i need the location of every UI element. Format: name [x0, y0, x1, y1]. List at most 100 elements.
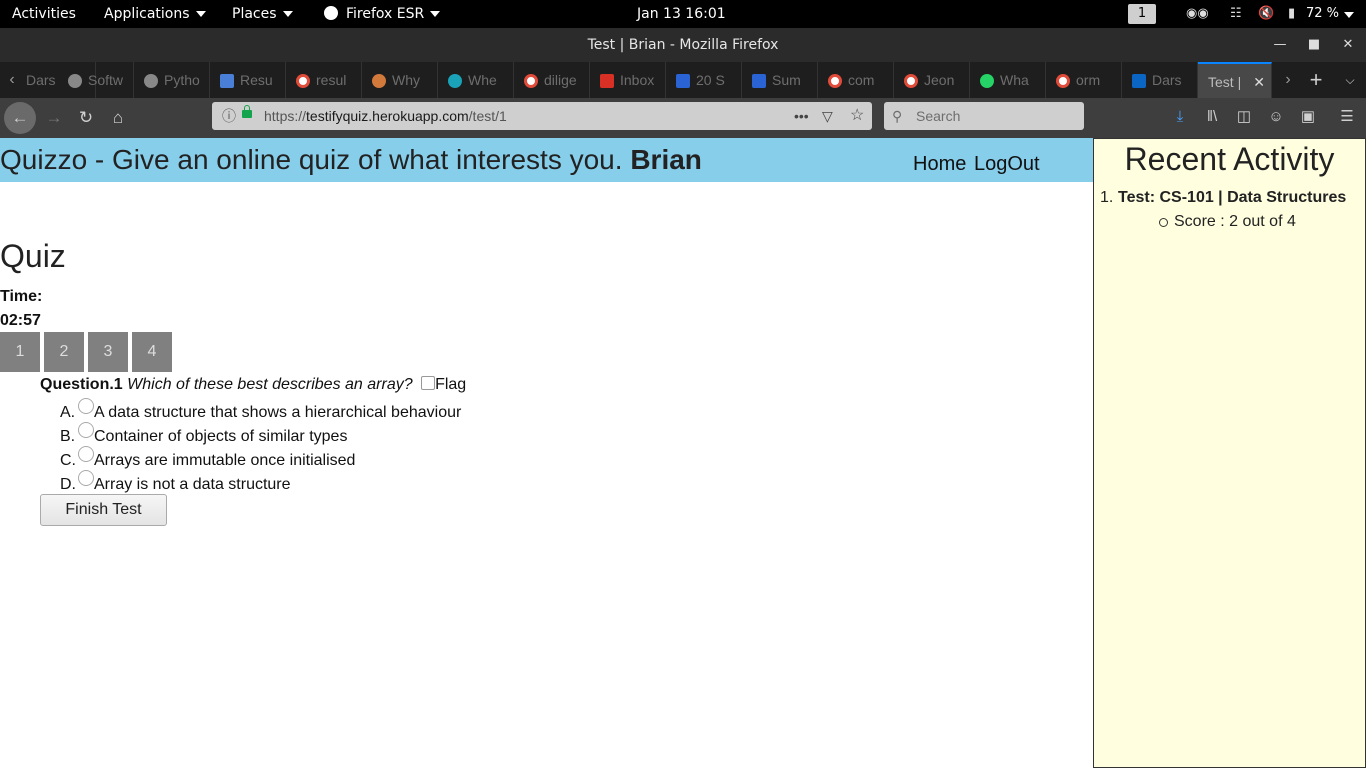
option-radio[interactable] — [78, 470, 94, 486]
info-icon[interactable]: ⓘ — [222, 102, 236, 130]
list-all-tabs-icon[interactable]: ⌵ — [1340, 62, 1360, 98]
time-remaining: 02:57 — [0, 312, 41, 329]
back-arrow-icon[interactable]: ← — [4, 102, 36, 134]
scroll-tabs-left-icon[interactable]: ‹ — [2, 62, 22, 98]
bookmark-star-icon[interactable]: ☆ — [850, 102, 864, 130]
question-prompt: Question.1 Which of these best describes… — [40, 376, 466, 394]
system-menu-chevron-icon[interactable] — [1344, 12, 1354, 18]
scroll-tabs-right-icon[interactable]: › — [1278, 62, 1298, 98]
battery-icon[interactable]: ▮ — [1288, 6, 1295, 22]
hamburger-menu-icon[interactable]: ☰ — [1336, 106, 1358, 128]
answer-option-c[interactable]: C. Arrays are immutable once initialised — [60, 446, 355, 470]
network-icon[interactable]: ☷ — [1230, 6, 1242, 22]
finish-test-button[interactable]: Finish Test — [40, 494, 167, 526]
tab[interactable]: resul — [286, 62, 362, 98]
tab[interactable]: Wha — [970, 62, 1046, 98]
option-radio[interactable] — [78, 398, 94, 414]
app-menu-firefox[interactable]: Firefox ESR — [324, 0, 441, 28]
search-icon: ⚲ — [892, 108, 903, 124]
tab[interactable]: 20 S — [666, 62, 742, 98]
tab[interactable]: orm — [1046, 62, 1122, 98]
applications-label: Applications — [104, 6, 190, 22]
tab[interactable]: Dars — [1122, 62, 1198, 98]
option-text: Container of objects of similar types — [94, 428, 348, 445]
tab-active[interactable]: Test | ✕ — [1198, 62, 1272, 98]
question-nav-button-4[interactable]: 4 — [132, 332, 172, 372]
list-item: 1. Test: CS-101 | Data Structures Score … — [1100, 189, 1347, 230]
search-input[interactable]: ⚲ Search — [884, 102, 1084, 130]
synced-tabs-icon[interactable]: ▣ — [1297, 106, 1319, 128]
lock-icon[interactable] — [242, 105, 252, 118]
recent-activity-title: Recent Activity — [1124, 141, 1335, 177]
firefox-icon — [324, 6, 338, 20]
home-icon[interactable]: ⌂ — [104, 104, 132, 132]
tab[interactable]: Resu — [210, 62, 286, 98]
tab[interactable]: Softw — [58, 62, 134, 98]
tab-label: Dars — [1152, 72, 1182, 88]
option-radio[interactable] — [78, 422, 94, 438]
flag-checkbox[interactable] — [421, 376, 436, 390]
url-path: /test/1 — [468, 108, 507, 124]
web-page: Quizzo - Give an online quiz of what int… — [0, 138, 1366, 768]
answer-option-d[interactable]: D. Array is not a data structure — [60, 470, 291, 494]
tab-label: dilige — [544, 72, 577, 88]
places-menu[interactable]: Places — [232, 0, 293, 28]
tab-label: Sum — [772, 72, 801, 88]
library-icon[interactable]: ‖\ — [1201, 106, 1223, 128]
video-camera-icon[interactable]: ◉◉ — [1186, 6, 1209, 22]
tab-bar: ‹ Dars Softw Pytho Resu resul Why Whe di… — [0, 62, 1366, 98]
tab-favicon-icon — [372, 74, 386, 89]
tab-favicon-icon — [676, 74, 690, 89]
new-tab-icon[interactable]: + — [1306, 62, 1326, 98]
gmail-favicon-icon — [600, 74, 614, 89]
time-label: Time: — [0, 288, 43, 305]
places-label: Places — [232, 6, 277, 22]
navigation-toolbar: ← → ↻ ⌂ ⓘ https://testifyquiz.herokuapp.… — [0, 98, 1366, 138]
answer-option-b[interactable]: B. Container of objects of similar types — [60, 422, 347, 446]
tab[interactable]: Whe — [438, 62, 514, 98]
forward-arrow-icon[interactable]: → — [40, 104, 68, 132]
applications-menu[interactable]: Applications — [104, 0, 206, 28]
logout-link[interactable]: LogOut — [974, 153, 1040, 176]
question-nav-button-1[interactable]: 1 — [0, 332, 40, 372]
tab[interactable]: Inbox — [590, 62, 666, 98]
close-tab-icon[interactable]: ✕ — [1253, 64, 1265, 98]
tab[interactable]: Jeon — [894, 62, 970, 98]
brand-tagline: Quizzo - Give an online quiz of what int… — [0, 144, 623, 175]
activities-button[interactable]: Activities — [12, 0, 76, 28]
clock[interactable]: Jan 13 16:01 — [637, 0, 726, 28]
page-actions-icon[interactable]: ••• — [794, 102, 809, 130]
tab[interactable]: Sum — [742, 62, 818, 98]
google-favicon-icon — [524, 74, 538, 89]
tab[interactable]: com — [818, 62, 894, 98]
url-bar[interactable]: ⓘ https://testifyquiz.herokuapp.com/test… — [212, 102, 872, 130]
volume-muted-icon[interactable]: 🔇 — [1258, 6, 1274, 22]
tab-label: Resu — [240, 72, 273, 88]
maximize-icon[interactable]: ■ — [1305, 36, 1323, 54]
downloads-icon[interactable]: ⤓ — [1169, 106, 1191, 128]
answer-option-a[interactable]: A. A data structure that shows a hierarch… — [60, 398, 461, 422]
question-nav-button-3[interactable]: 3 — [88, 332, 128, 372]
account-icon[interactable]: ☺ — [1265, 106, 1287, 128]
tab[interactable]: Pytho — [134, 62, 210, 98]
pocket-icon[interactable]: ▽ — [822, 102, 833, 130]
google-favicon-icon — [296, 74, 310, 89]
close-window-icon[interactable]: ✕ — [1339, 36, 1357, 54]
minimize-icon[interactable]: — — [1271, 36, 1289, 54]
chevron-down-icon — [195, 11, 206, 17]
activity-test-title: Test: CS-101 | Data Structures — [1118, 189, 1347, 206]
site-brand: Quizzo - Give an online quiz of what int… — [0, 144, 702, 176]
question-nav-button-2[interactable]: 2 — [44, 332, 84, 372]
sidebar-icon[interactable]: ◫ — [1233, 106, 1255, 128]
home-link[interactable]: Home — [913, 153, 966, 176]
option-radio[interactable] — [78, 446, 94, 462]
option-letter: B. — [60, 428, 76, 445]
workspace-indicator[interactable]: 1 — [1128, 4, 1156, 24]
tab[interactable]: dilige — [514, 62, 590, 98]
tab[interactable]: Why — [362, 62, 438, 98]
reload-icon[interactable]: ↻ — [72, 104, 100, 132]
app-name-label: Firefox ESR — [346, 6, 425, 22]
activity-score: Score : 2 out of 4 — [1159, 213, 1296, 230]
url-text[interactable]: https://testifyquiz.herokuapp.com/test/1 — [264, 102, 507, 130]
question-text: Which of these best describes an array? — [127, 376, 413, 393]
